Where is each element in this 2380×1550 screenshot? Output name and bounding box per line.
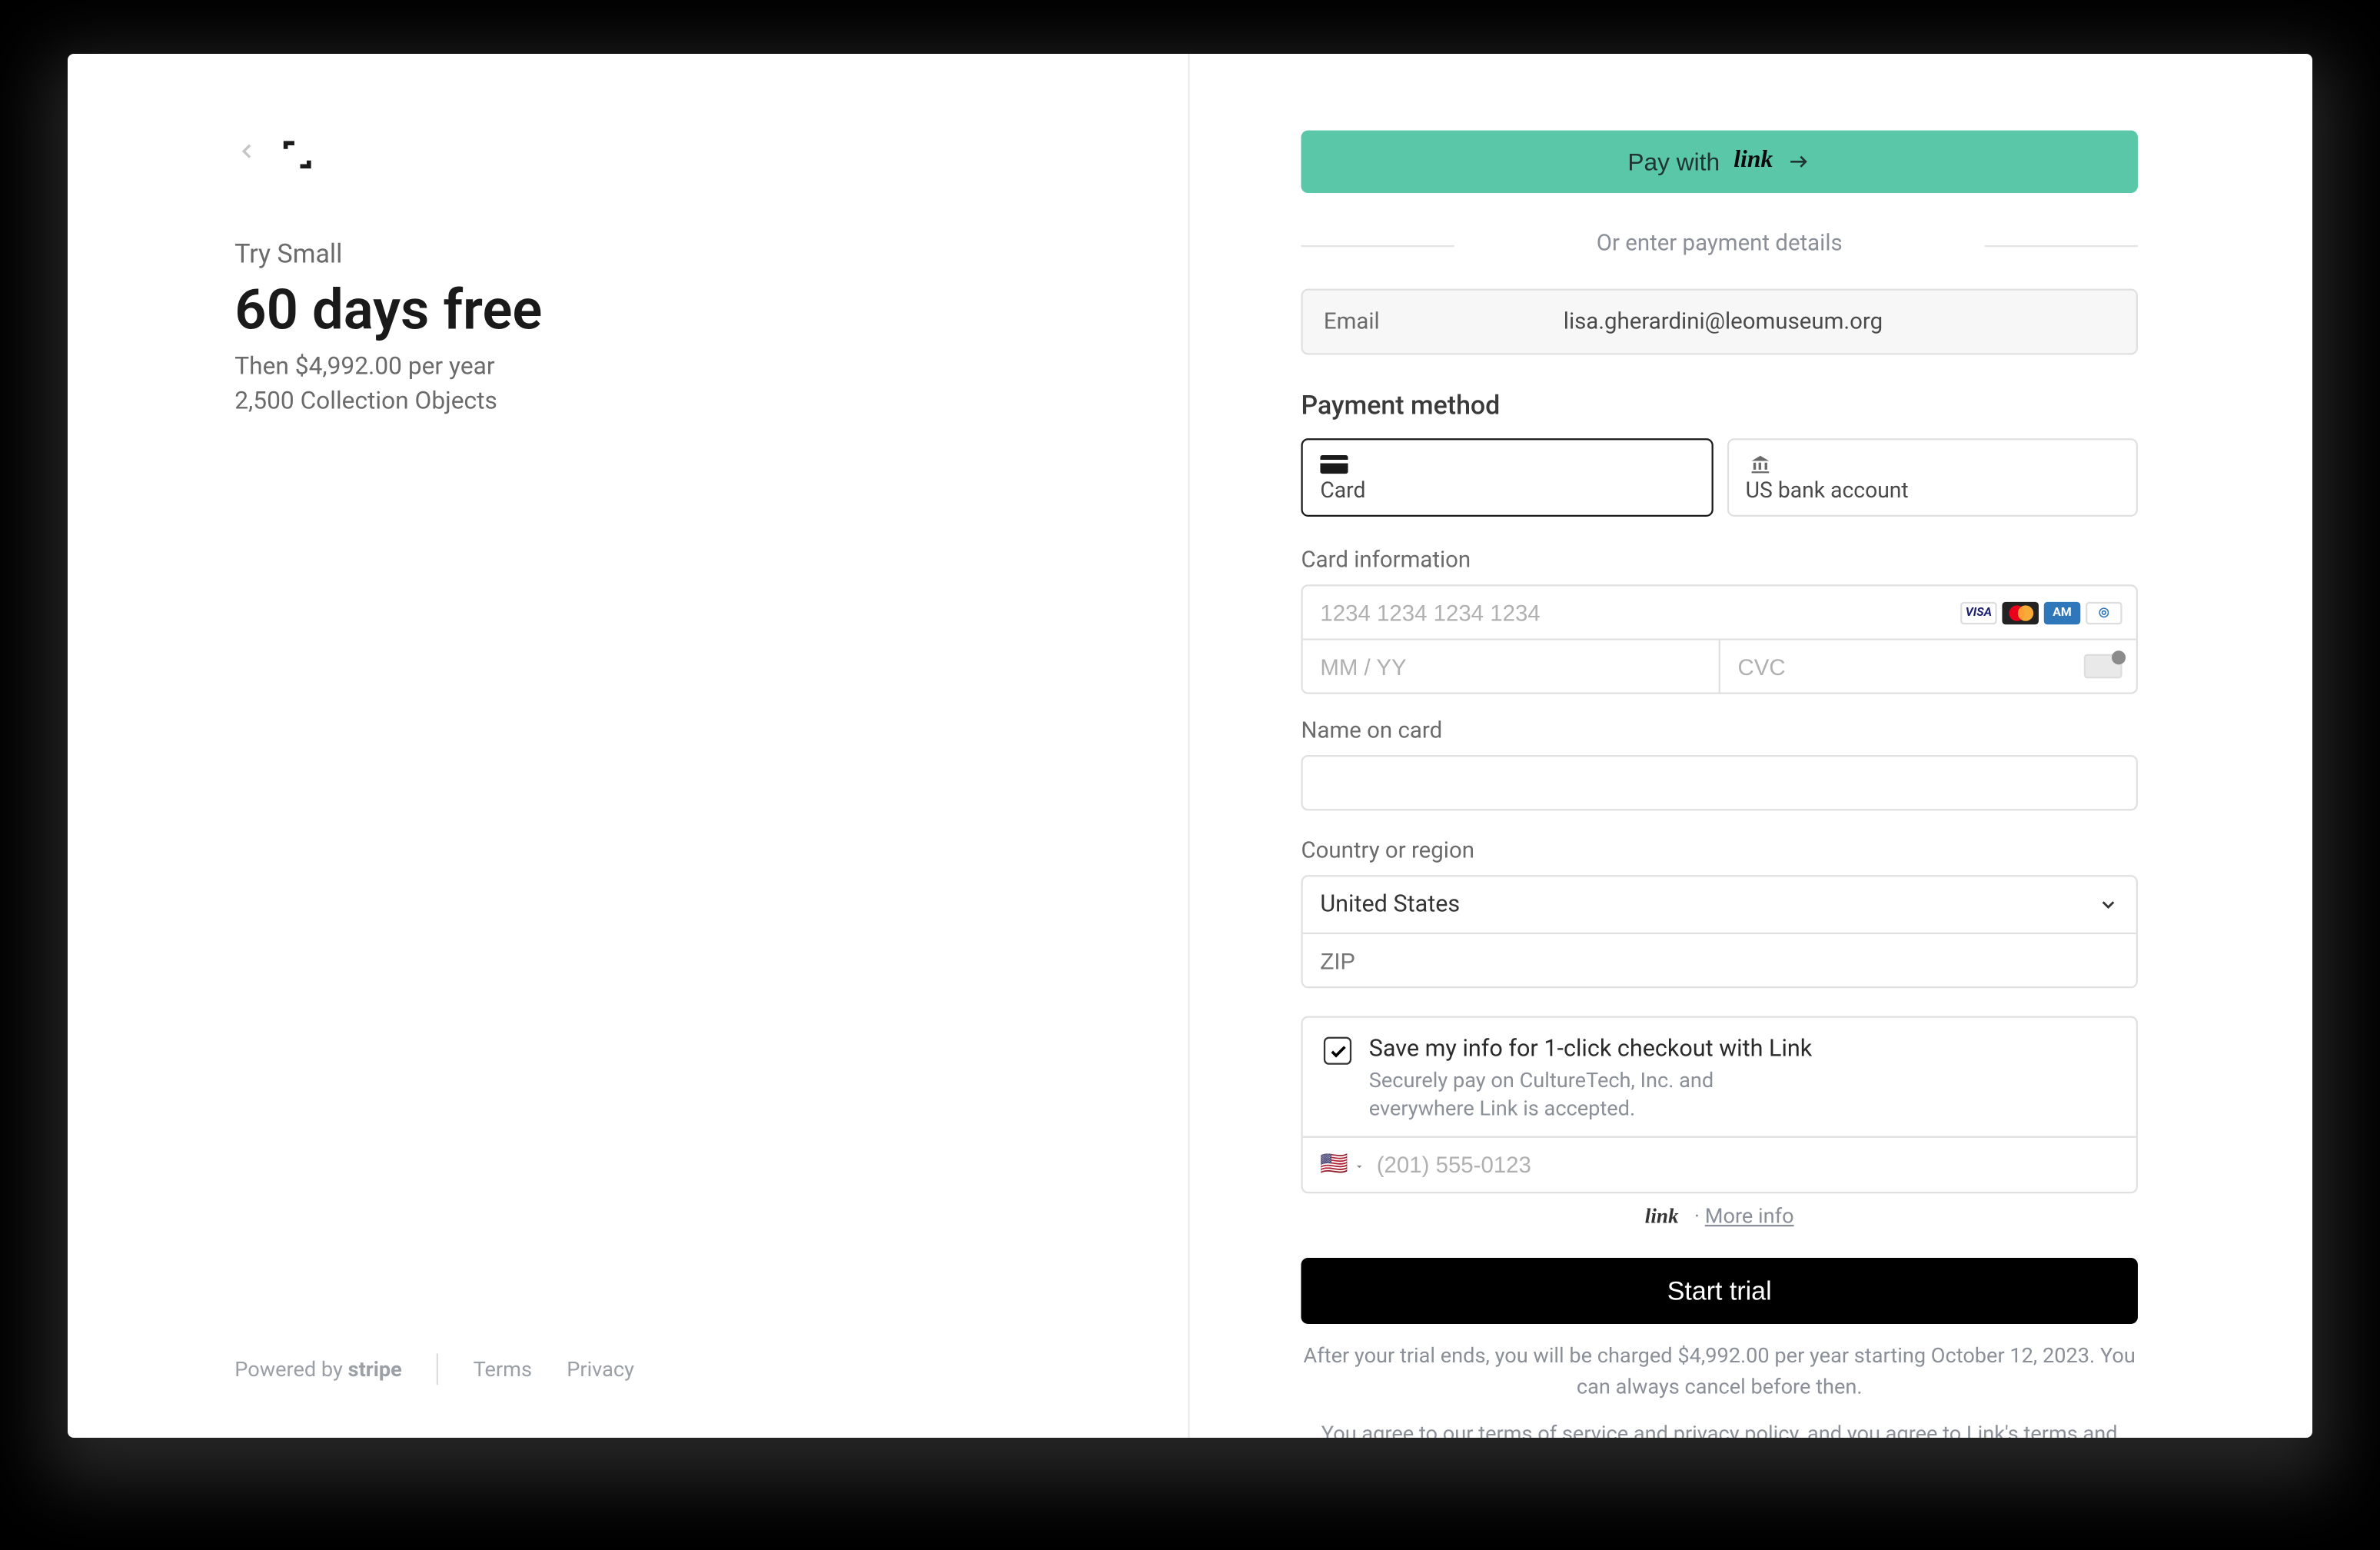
arrow-right-icon xyxy=(1787,149,1811,174)
amex-icon: AM xyxy=(2044,601,2081,624)
country-value: United States xyxy=(1320,891,1460,919)
start-trial-button[interactable]: Start trial xyxy=(1301,1259,2138,1325)
chevron-down-icon xyxy=(2098,894,2119,915)
pay-with-link-prefix: Pay with xyxy=(1627,148,1720,175)
trial-fine-print: After your trial ends, you will be charg… xyxy=(1301,1342,2138,1402)
plan-try-label: Try Small xyxy=(234,238,1021,270)
merchant-logo-icon xyxy=(280,138,314,172)
card-expiry-input[interactable] xyxy=(1320,654,1701,680)
name-on-card-input[interactable] xyxy=(1301,755,2138,810)
visa-icon: VISA xyxy=(1960,601,1997,624)
payment-method-bank[interactable]: US bank account xyxy=(1727,438,2138,517)
name-on-card-label: Name on card xyxy=(1301,718,2138,744)
card-cvc-input[interactable] xyxy=(1737,654,2119,680)
link-brand-icon: link xyxy=(1733,148,1773,175)
payment-method-title: Payment method xyxy=(1301,390,2138,421)
link-more-info-link[interactable]: More info xyxy=(1705,1205,1794,1229)
terms-link[interactable]: Terms xyxy=(474,1357,532,1382)
privacy-link[interactable]: Privacy xyxy=(567,1357,634,1382)
diners-icon: ◎ xyxy=(2086,601,2122,624)
caret-down-icon xyxy=(1354,1161,1366,1173)
zip-input[interactable] xyxy=(1303,934,2136,986)
plan-sub-line: 2,500 Collection Objects xyxy=(234,388,1021,415)
tos-link[interactable]: terms of service xyxy=(1478,1422,1628,1438)
save-info-checkbox[interactable] xyxy=(1324,1037,1351,1065)
pay-with-link-button[interactable]: Pay with link xyxy=(1301,131,2138,193)
email-label: Email xyxy=(1324,309,1380,335)
country-select[interactable]: United States xyxy=(1303,876,2136,932)
payment-method-bank-label: US bank account xyxy=(1746,478,2119,504)
divider-or-enter: Or enter payment details xyxy=(1301,231,2138,258)
footer-divider xyxy=(437,1353,438,1385)
legal-fine-print: You agree to our terms of service and pr… xyxy=(1301,1420,2138,1438)
payment-method-card-label: Card xyxy=(1320,478,1693,504)
payment-method-card[interactable]: Card xyxy=(1301,438,1712,517)
phone-country-flag[interactable]: 🇺🇸 xyxy=(1320,1153,1366,1179)
cvc-icon xyxy=(2084,654,2122,679)
privacy-policy-link[interactable]: privacy policy xyxy=(1674,1422,1798,1438)
card-icon xyxy=(1320,454,1348,474)
save-info-title: Save my info for 1-click checkout with L… xyxy=(1369,1035,1813,1063)
card-info-label: Card information xyxy=(1301,548,2138,574)
link-brand-small-icon: link xyxy=(1645,1205,1679,1229)
footer: Powered by stripe Terms Privacy xyxy=(234,1353,1021,1385)
phone-input[interactable] xyxy=(1377,1153,2119,1179)
save-info-desc: Securely pay on CultureTech, Inc. and ev… xyxy=(1369,1066,1787,1123)
link-more-info: link · More info xyxy=(1301,1205,2138,1231)
plan-headline: 60 days free xyxy=(234,277,1021,343)
card-brand-icons: VISA AM ◎ xyxy=(1960,601,2122,624)
country-label: Country or region xyxy=(1301,839,2138,865)
email-value: lisa.gherardini@leomuseum.org xyxy=(1380,309,2066,335)
link-terms-link[interactable]: Link's terms xyxy=(1966,1422,2078,1438)
plan-then-line: Then $4,992.00 per year xyxy=(234,353,1021,381)
email-display: Email lisa.gherardini@leomuseum.org xyxy=(1301,289,2138,355)
stripe-logo: stripe xyxy=(348,1357,402,1382)
bank-icon xyxy=(1746,454,1773,474)
back-arrow-icon[interactable] xyxy=(234,139,259,171)
powered-by-label: Powered by xyxy=(234,1357,343,1382)
mastercard-icon xyxy=(2002,601,2039,624)
